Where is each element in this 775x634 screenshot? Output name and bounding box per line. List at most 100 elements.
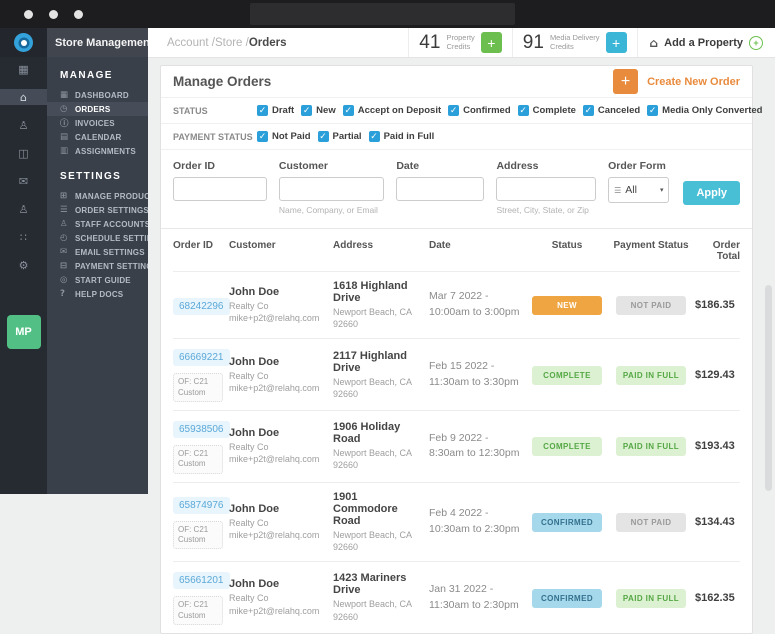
order-id-link[interactable]: 68242296 xyxy=(173,297,230,315)
sidebar-item[interactable]: ? HELP DOCS xyxy=(47,287,148,301)
sidebar-item[interactable]: ⊟ PAYMENT SETTINGS xyxy=(47,259,148,273)
payment-checkbox-option[interactable]: ✓ Partial xyxy=(317,131,362,142)
plus-circle-icon: + xyxy=(749,35,763,50)
window-control-dot[interactable] xyxy=(24,10,33,19)
order-id-link[interactable]: 65874976 xyxy=(173,496,230,514)
status-checkbox-option[interactable]: ✓ Accept on Deposit xyxy=(342,105,441,116)
date-input[interactable] xyxy=(396,177,485,201)
order-id-link[interactable]: 66669221 xyxy=(173,349,230,367)
apps-icon[interactable]: ∷ xyxy=(0,229,47,245)
help-docs-icon: ? xyxy=(60,289,66,299)
address-street: 2117 Highland Drive xyxy=(333,349,407,374)
address-input[interactable] xyxy=(496,177,597,201)
browser-tab[interactable] xyxy=(250,3,515,25)
status-checkbox-option[interactable]: ✓ New xyxy=(301,105,336,116)
customer-input[interactable] xyxy=(278,177,385,201)
order-id-link[interactable]: 65661201 xyxy=(173,572,230,590)
table-row: 68242296 John Doe Realty Co mike+p2t@rel… xyxy=(173,271,740,338)
add-credit-button[interactable]: + xyxy=(605,32,627,53)
checkbox-checked-icon[interactable]: ✓ xyxy=(257,105,268,116)
sidebar-item[interactable]: ⊞ MANAGE PRODUCTS ∨ xyxy=(47,189,148,203)
customer-cell: John Doe Realty Co mike+p2t@relahq.com xyxy=(229,578,333,616)
customer-cell: John Doe Realty Co mike+p2t@relahq.com xyxy=(229,356,333,394)
checkbox-checked-icon[interactable]: ✓ xyxy=(448,105,460,116)
payment-status-cell: NOT PAID xyxy=(613,512,695,532)
sidebar-item[interactable]: ◴ SCHEDULE SETTINGS xyxy=(47,231,148,245)
order-total-cell: $162.35 xyxy=(695,591,735,604)
sidebar-item[interactable]: ▤ CALENDAR xyxy=(47,130,148,144)
address-cell: 1618 Highland Drive Newport Beach, CA 92… xyxy=(333,280,429,330)
customer-cell: John Doe Realty Co mike+p2t@relahq.com xyxy=(229,503,333,541)
checkbox-checked-icon[interactable]: ✓ xyxy=(301,105,313,116)
status-checkbox-option[interactable]: ✓ Complete xyxy=(517,105,576,116)
status-badge: CONFIRMED xyxy=(532,512,602,532)
sidebar-item-label: ORDERS xyxy=(75,104,111,114)
breadcrumb-account[interactable]: Account xyxy=(167,37,209,49)
page-title: Manage Orders xyxy=(173,74,272,89)
status-checkbox-option[interactable]: ✓ Confirmed xyxy=(448,105,511,116)
order-form-select[interactable]: ☰ All ▾ xyxy=(608,177,670,203)
sidebar-item[interactable]: ♙ STAFF ACCOUNTS xyxy=(47,217,148,231)
status-checkbox-option[interactable]: ✓ Canceled xyxy=(582,105,640,116)
status-cell: CONFIRMED xyxy=(527,512,613,532)
email-settings-icon: ✉ xyxy=(60,247,68,257)
checkbox-checked-icon[interactable]: ✓ xyxy=(342,105,354,116)
window-titlebar xyxy=(0,0,775,28)
order-id-input[interactable] xyxy=(173,177,267,201)
grid-icon[interactable]: ▦ xyxy=(0,61,47,77)
window-control-dot[interactable] xyxy=(74,10,83,19)
add-credit-button[interactable]: + xyxy=(480,32,502,53)
create-new-order-button[interactable]: Create New Order xyxy=(647,76,740,88)
sidebar: Store Management MANAGE ▦ DASHBOARD ◷ OR… xyxy=(47,28,148,494)
address-city: Newport Beach, CA xyxy=(333,448,413,459)
gear-icon[interactable]: ⚙ xyxy=(0,257,47,273)
user-icon[interactable]: ♙ xyxy=(0,117,47,133)
checkbox-checked-icon[interactable]: ✓ xyxy=(317,131,329,142)
date-label: Date xyxy=(396,160,420,172)
status-checkbox-option[interactable]: ✓ Draft xyxy=(257,105,294,116)
order-id-cell: 68242296 xyxy=(173,296,230,315)
status-checkbox-option[interactable]: ✓ Media Only Converted xyxy=(647,105,762,116)
sidebar-item[interactable]: ⓘ INVOICES xyxy=(47,116,148,130)
sidebar-item[interactable]: ☰ ORDER SETTINGS ∨ xyxy=(47,203,148,217)
checkbox-label: Media Only Converted xyxy=(662,105,763,116)
sidebar-item[interactable]: ✉ EMAIL SETTINGS xyxy=(47,245,148,259)
sidebar-item[interactable]: ◷ ORDERS xyxy=(47,102,148,116)
home-icon[interactable]: ⌂ xyxy=(0,89,47,105)
customer-name: John Doe xyxy=(229,578,280,591)
sidebar-item[interactable]: ▦ DASHBOARD xyxy=(47,88,148,102)
sidebar-item[interactable]: ▥ ASSIGNMENTS xyxy=(47,144,148,158)
breadcrumb-store[interactable]: Store xyxy=(215,37,243,49)
checkbox-checked-icon[interactable]: ✓ xyxy=(582,105,594,116)
orders-icon: ◷ xyxy=(60,104,68,114)
customer-company: Realty Co xyxy=(229,370,269,381)
address-zip: 92660 xyxy=(333,388,359,399)
icon-rail: ▦ ⌂ ♙ ◫ ✉ ♙ ∷ ⚙ MP xyxy=(0,28,47,494)
checkbox-label: Paid in Full xyxy=(383,131,435,142)
create-order-plus-button[interactable]: + xyxy=(613,69,639,94)
payment-checkbox-option[interactable]: ✓ Paid in Full xyxy=(368,131,435,142)
apply-button[interactable]: Apply xyxy=(683,181,741,205)
order-form-tag: OF: C21 Custom xyxy=(173,596,223,625)
order-id-link[interactable]: 65938506 xyxy=(173,421,230,439)
payment-checkbox-option[interactable]: ✓ Not Paid xyxy=(257,131,311,142)
add-property-button[interactable]: ⌂ Add a Property + xyxy=(636,28,775,57)
payment-options: ✓ Not Paid ✓ Partial ✓ Paid in Full xyxy=(257,131,740,142)
window-control-dot[interactable] xyxy=(49,10,58,19)
user-avatar[interactable]: MP xyxy=(6,315,41,349)
main-area: Account /Store /Orders 41 Property Credi… xyxy=(148,28,775,634)
scrollbar-thumb[interactable] xyxy=(765,285,772,491)
checkbox-checked-icon[interactable]: ✓ xyxy=(257,131,268,142)
store-icon[interactable]: ◫ xyxy=(0,145,47,161)
checkbox-checked-icon[interactable]: ✓ xyxy=(647,105,659,116)
customer-cell: John Doe Realty Co mike+p2t@relahq.com xyxy=(229,286,333,324)
sidebar-item[interactable]: ◎ START GUIDE xyxy=(47,273,148,287)
mail-icon[interactable]: ✉ xyxy=(0,173,47,189)
sidebar-manage-items: ▦ DASHBOARD ◷ ORDERS ⓘ INVOICES ▤ CALEND… xyxy=(47,88,148,158)
breadcrumb: Account /Store /Orders xyxy=(167,36,287,49)
checkbox-checked-icon[interactable]: ✓ xyxy=(368,131,380,142)
checkbox-checked-icon[interactable]: ✓ xyxy=(517,105,529,116)
address-label: Address xyxy=(496,160,539,172)
staff-icon[interactable]: ♙ xyxy=(0,201,47,217)
checkbox-label: Draft xyxy=(272,105,295,116)
